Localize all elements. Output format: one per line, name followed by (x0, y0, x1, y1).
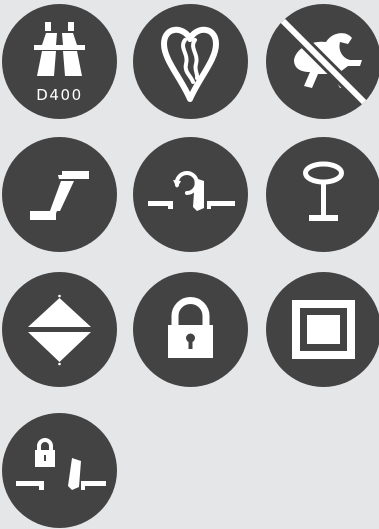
sign-post-glyph (303, 161, 344, 221)
no-creature-icon[interactable] (266, 4, 379, 119)
drawbridge-open-glyph (148, 171, 235, 211)
diamond-glyph (28, 294, 91, 366)
locked-drawbridge-glyph (16, 438, 106, 490)
ramp-icon[interactable] (2, 137, 117, 252)
locked-drawbridge-icon[interactable] (2, 413, 117, 528)
road-code-label: D400 (36, 86, 83, 104)
sign-post-icon[interactable] (266, 137, 379, 252)
no-creature-glyph (271, 9, 379, 119)
heart-road-icon[interactable] (133, 4, 248, 119)
motorway-glyph: D400 (34, 22, 85, 104)
heart-road-glyph (161, 26, 219, 102)
icon-grid: D400 (0, 0, 379, 529)
square-frame-icon[interactable] (266, 272, 379, 387)
square-frame-glyph (292, 300, 355, 359)
lock-glyph (168, 297, 213, 358)
drawbridge-open-icon[interactable] (133, 137, 248, 252)
ramp-glyph (30, 171, 89, 220)
motorway-icon[interactable]: D400 (2, 4, 117, 119)
diamond-icon[interactable] (2, 272, 117, 387)
lock-icon[interactable] (133, 272, 248, 387)
